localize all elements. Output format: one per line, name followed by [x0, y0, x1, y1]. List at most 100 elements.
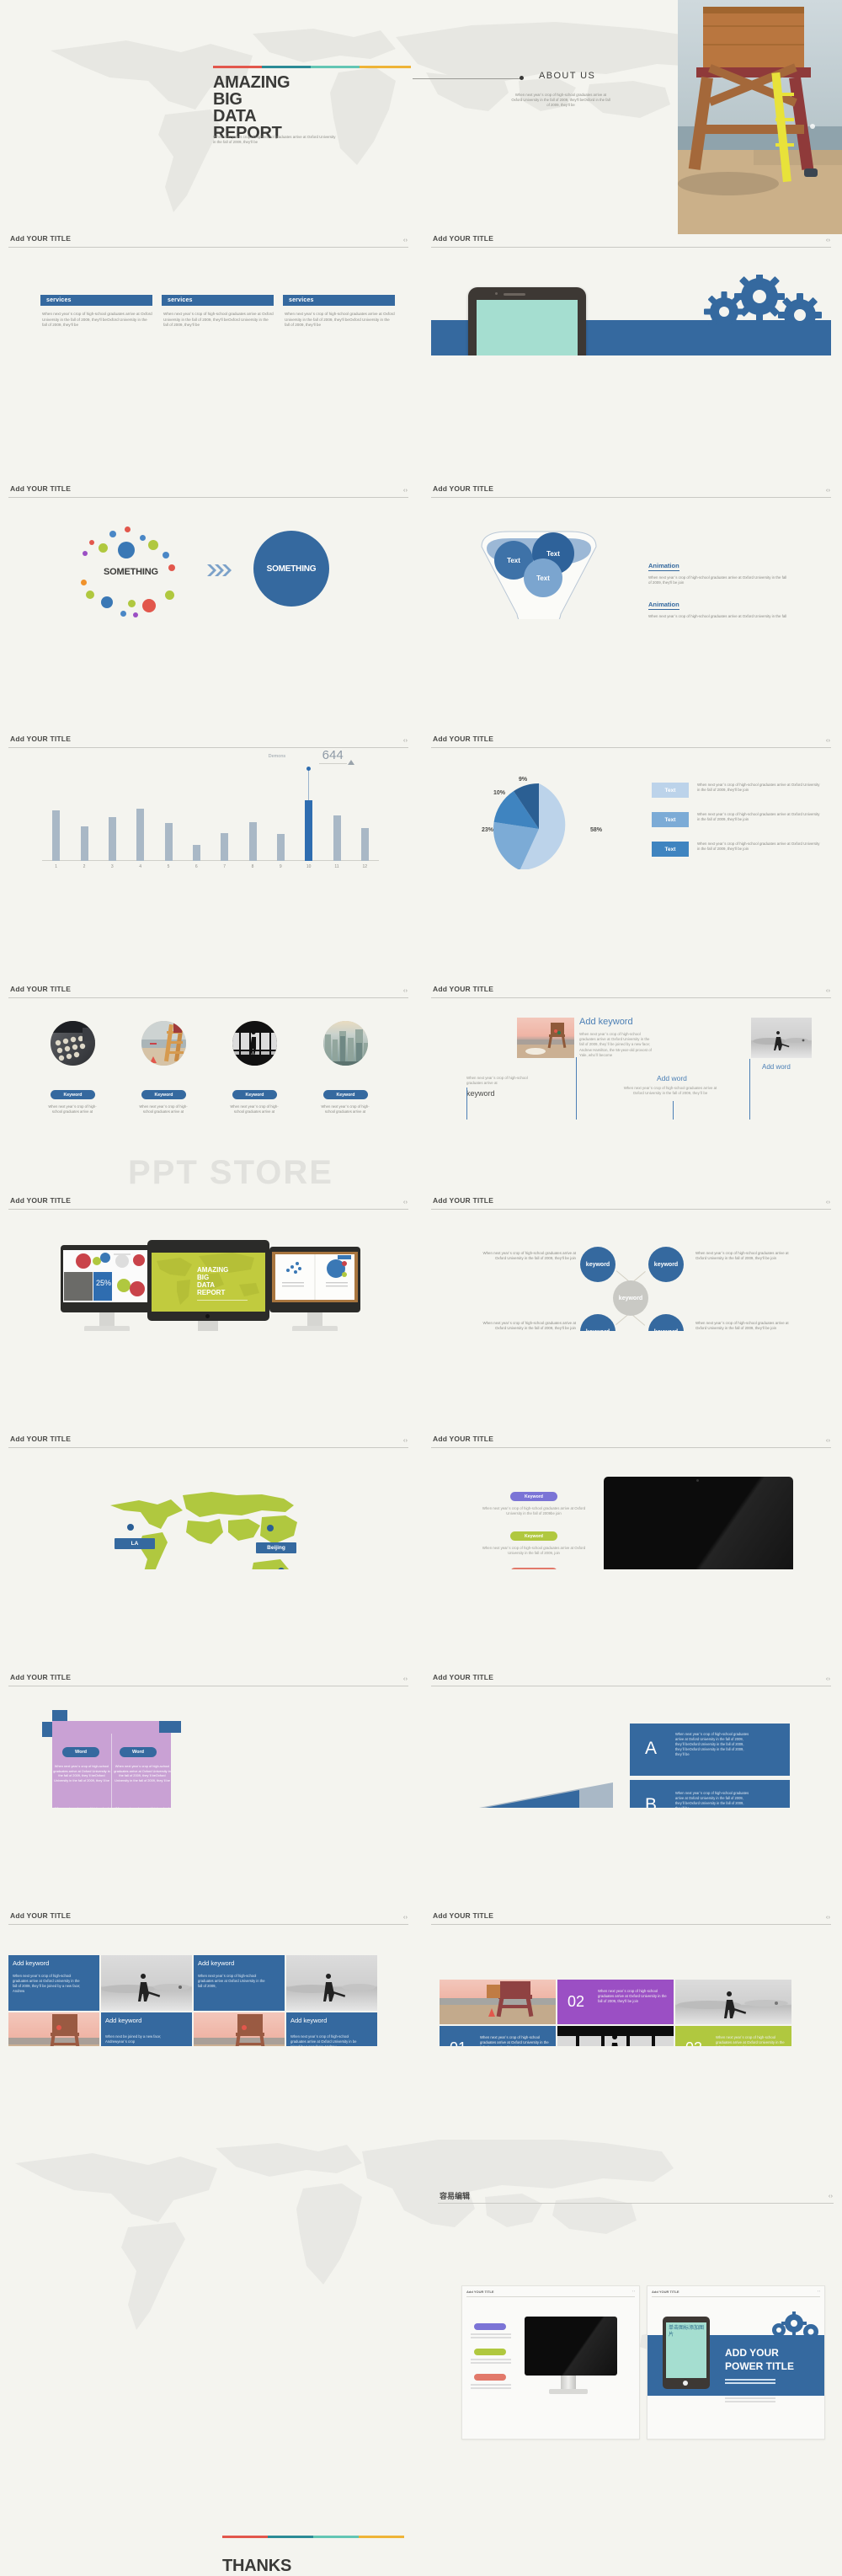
footer-nav-arrows-icon[interactable]: ‹ ›	[829, 2192, 833, 2199]
monitor-screen	[272, 1252, 358, 1302]
circle-photo-typewriter[interactable]	[51, 1021, 95, 1066]
slide-nav-arrows-icon[interactable]: ‹ ›	[403, 1436, 408, 1444]
slide-nav-arrows-icon[interactable]: ‹ ›	[826, 1436, 830, 1444]
thumbnail-power-title-slide[interactable]: Add YOUR TITLE ‹ › 单击图标添加图片 ADD YOUR POW…	[647, 2285, 825, 2440]
service-card[interactable]: services When next year`s crop of high-s…	[40, 295, 152, 329]
map-pin-beijing-icon	[267, 1525, 274, 1531]
thanks-text: THANKS	[222, 2557, 292, 2575]
purple-paragraph: When next year`s crop of high-school gra…	[113, 1806, 172, 1808]
slide-header: Add YOUR TITLE ‹ ›	[431, 234, 831, 248]
ring-dot-icon	[81, 580, 87, 585]
blue-tab	[159, 1721, 181, 1733]
slide-nav-arrows-icon[interactable]: ‹ ›	[826, 736, 830, 744]
purple-word-button[interactable]: Word	[62, 1747, 99, 1757]
numbered-tile-03[interactable]: 03 When next year`s crop of high-school …	[675, 2026, 791, 2046]
circle-keyword-button[interactable]: Keyword	[141, 1090, 186, 1099]
map-marker-la[interactable]: LA	[115, 1538, 155, 1549]
svg-text:DATA: DATA	[197, 1281, 215, 1289]
slide-nav-arrows-icon[interactable]: ‹ ›	[403, 1198, 408, 1205]
timeline-node4-label: Add word	[762, 1063, 791, 1071]
pie-legend-chip[interactable]: Text	[652, 812, 689, 827]
pie-legend-text: When next year`s crop of high-school gra…	[697, 842, 820, 852]
slide-header: Add YOUR TITLE ‹ ›	[8, 1435, 408, 1448]
keyword-circle-bottom-left[interactable]: keyword	[580, 1314, 616, 1331]
numbered-text: When next year`s crop of high-school gra…	[598, 1989, 667, 2003]
timeline-tick	[673, 1101, 674, 1120]
something-circle-right[interactable]: SOMETHING	[253, 531, 329, 607]
slide-nav-arrows-icon[interactable]: ‹ ›	[826, 1675, 830, 1682]
slide-ab-compare: Add YOUR TITLE ‹ › A B A When next year`…	[431, 1673, 831, 1808]
slide-nav-arrows-icon[interactable]: ‹ ›	[403, 1913, 408, 1921]
keyword-circle-top-right[interactable]: keyword	[648, 1247, 684, 1282]
slide-nav-arrows-icon[interactable]: ‹ ›	[826, 1913, 830, 1921]
slide-nav-arrows-icon[interactable]: ‹ ›	[403, 486, 408, 494]
mosaic-tile-keyword[interactable]: Add keyword When next year`s crop of hig…	[194, 1955, 285, 2011]
keyword-circle-center[interactable]: keyword	[613, 1280, 648, 1316]
imac-keyword-button[interactable]: Keyword	[510, 1492, 557, 1501]
thumbnail-imac-slide[interactable]: Add YOUR TITLE ‹ ›	[461, 2285, 640, 2440]
pie-legend-chip[interactable]: Text	[652, 783, 689, 798]
numbered-tile-02[interactable]: 02 When next year`s crop of high-school …	[557, 1980, 674, 2024]
numbered-photo-tower	[440, 1980, 556, 2024]
slide-header: Add YOUR TITLE ‹ ›	[8, 1911, 408, 1925]
mosaic-tile-head: Add keyword	[198, 1959, 235, 1967]
slide-header: Add YOUR TITLE ‹ ›	[431, 735, 831, 748]
cover-title: AMAZING BIG DATA REPORT	[213, 74, 290, 142]
thumbnail-title: Add YOUR TITLE	[652, 2290, 820, 2297]
pie-label-58: 58%	[590, 827, 603, 833]
thumbnail-imac-foot	[549, 2389, 588, 2394]
purple-word-button[interactable]: Word	[120, 1747, 157, 1757]
imac-camera-icon	[696, 1479, 699, 1482]
circle-keyword-button[interactable]: Keyword	[51, 1090, 95, 1099]
map-marker-beijing[interactable]: Beijing	[256, 1542, 296, 1553]
keyword-circle-bottom-right[interactable]: keyword	[648, 1314, 684, 1331]
slide-nav-arrows-icon[interactable]: ‹ ›	[826, 1198, 830, 1205]
circle-keyword-button[interactable]: Keyword	[323, 1090, 368, 1099]
ring-dot-icon	[142, 599, 156, 612]
keyword-circle-top-left[interactable]: keyword	[580, 1247, 616, 1282]
thumbnail-text-line	[471, 2359, 511, 2360]
service-label: services	[40, 295, 152, 306]
ring-dot-icon	[99, 543, 108, 553]
thumbnail-text-line	[725, 2401, 775, 2402]
funnel-bubble[interactable]: Text	[524, 558, 562, 597]
slide-purple-panels: Add YOUR TITLE ‹ › Word When next year`s…	[8, 1673, 408, 1808]
mosaic-tile-text: When next year`s crop of high-school gra…	[198, 1974, 265, 1988]
circle-photo-silhouette-window[interactable]	[232, 1021, 277, 1066]
service-card[interactable]: services When next year`s crop of high-s…	[162, 295, 274, 329]
circle-keyword-button[interactable]: Keyword	[232, 1090, 277, 1099]
callout-label: Demons	[268, 754, 286, 759]
slide-nav-arrows-icon[interactable]: ‹ ›	[403, 1675, 408, 1682]
bar-chart-callout: Demons 644	[42, 735, 379, 869]
slide-nav-arrows-icon[interactable]: ‹ ›	[403, 736, 408, 744]
slide-title: Add YOUR TITLE	[433, 1673, 494, 1681]
circle-photo-beach-ladder[interactable]	[141, 1021, 186, 1066]
pie-legend-chip[interactable]: Text	[652, 842, 689, 857]
slide-nav-arrows-icon[interactable]: ‹ ›	[826, 986, 830, 994]
monitor-base	[292, 1326, 338, 1331]
ring-dot-icon	[109, 531, 116, 537]
something-label-left: SOMETHING	[104, 567, 158, 577]
footer-section-header: 容易编辑 ‹ ›	[438, 2190, 834, 2204]
circle-photo-city[interactable]	[323, 1021, 368, 1066]
slide-nav-arrows-icon[interactable]: ‹ ›	[826, 236, 830, 243]
numbered-value: 03	[685, 2039, 702, 2046]
ring-dot-icon	[120, 611, 126, 617]
slide-imac: Add YOUR TITLE ‹ › Keyword When next yea…	[431, 1435, 831, 1569]
timeline-node3-body: When next year`s crop of high-school gra…	[623, 1086, 717, 1096]
service-label: services	[283, 295, 395, 306]
slide-header: Add YOUR TITLE ‹ ›	[431, 1435, 831, 1448]
about-us-text: When next year`s crop of high-school gra…	[511, 93, 610, 107]
service-card[interactable]: services When next year`s crop of high-s…	[283, 295, 395, 329]
imac-keyword-button[interactable]: Keyword	[510, 1568, 557, 1569]
slide-title: Add YOUR TITLE	[10, 1435, 72, 1443]
slide-nav-arrows-icon[interactable]: ‹ ›	[826, 486, 830, 494]
tablet-speaker-icon	[504, 292, 525, 296]
mosaic-tile-keyword[interactable]: Add keyword When next year`s crop of hig…	[8, 1955, 99, 2011]
thumbnail-tablet-home	[683, 2381, 688, 2386]
slide-nav-arrows-icon[interactable]: ‹ ›	[403, 986, 408, 994]
slide-nav-arrows-icon[interactable]: ‹ ›	[403, 236, 408, 243]
thumbnail-text-line	[471, 2387, 511, 2389]
imac-keyword-button[interactable]: Keyword	[510, 1531, 557, 1541]
ring-dot-icon	[83, 551, 88, 556]
